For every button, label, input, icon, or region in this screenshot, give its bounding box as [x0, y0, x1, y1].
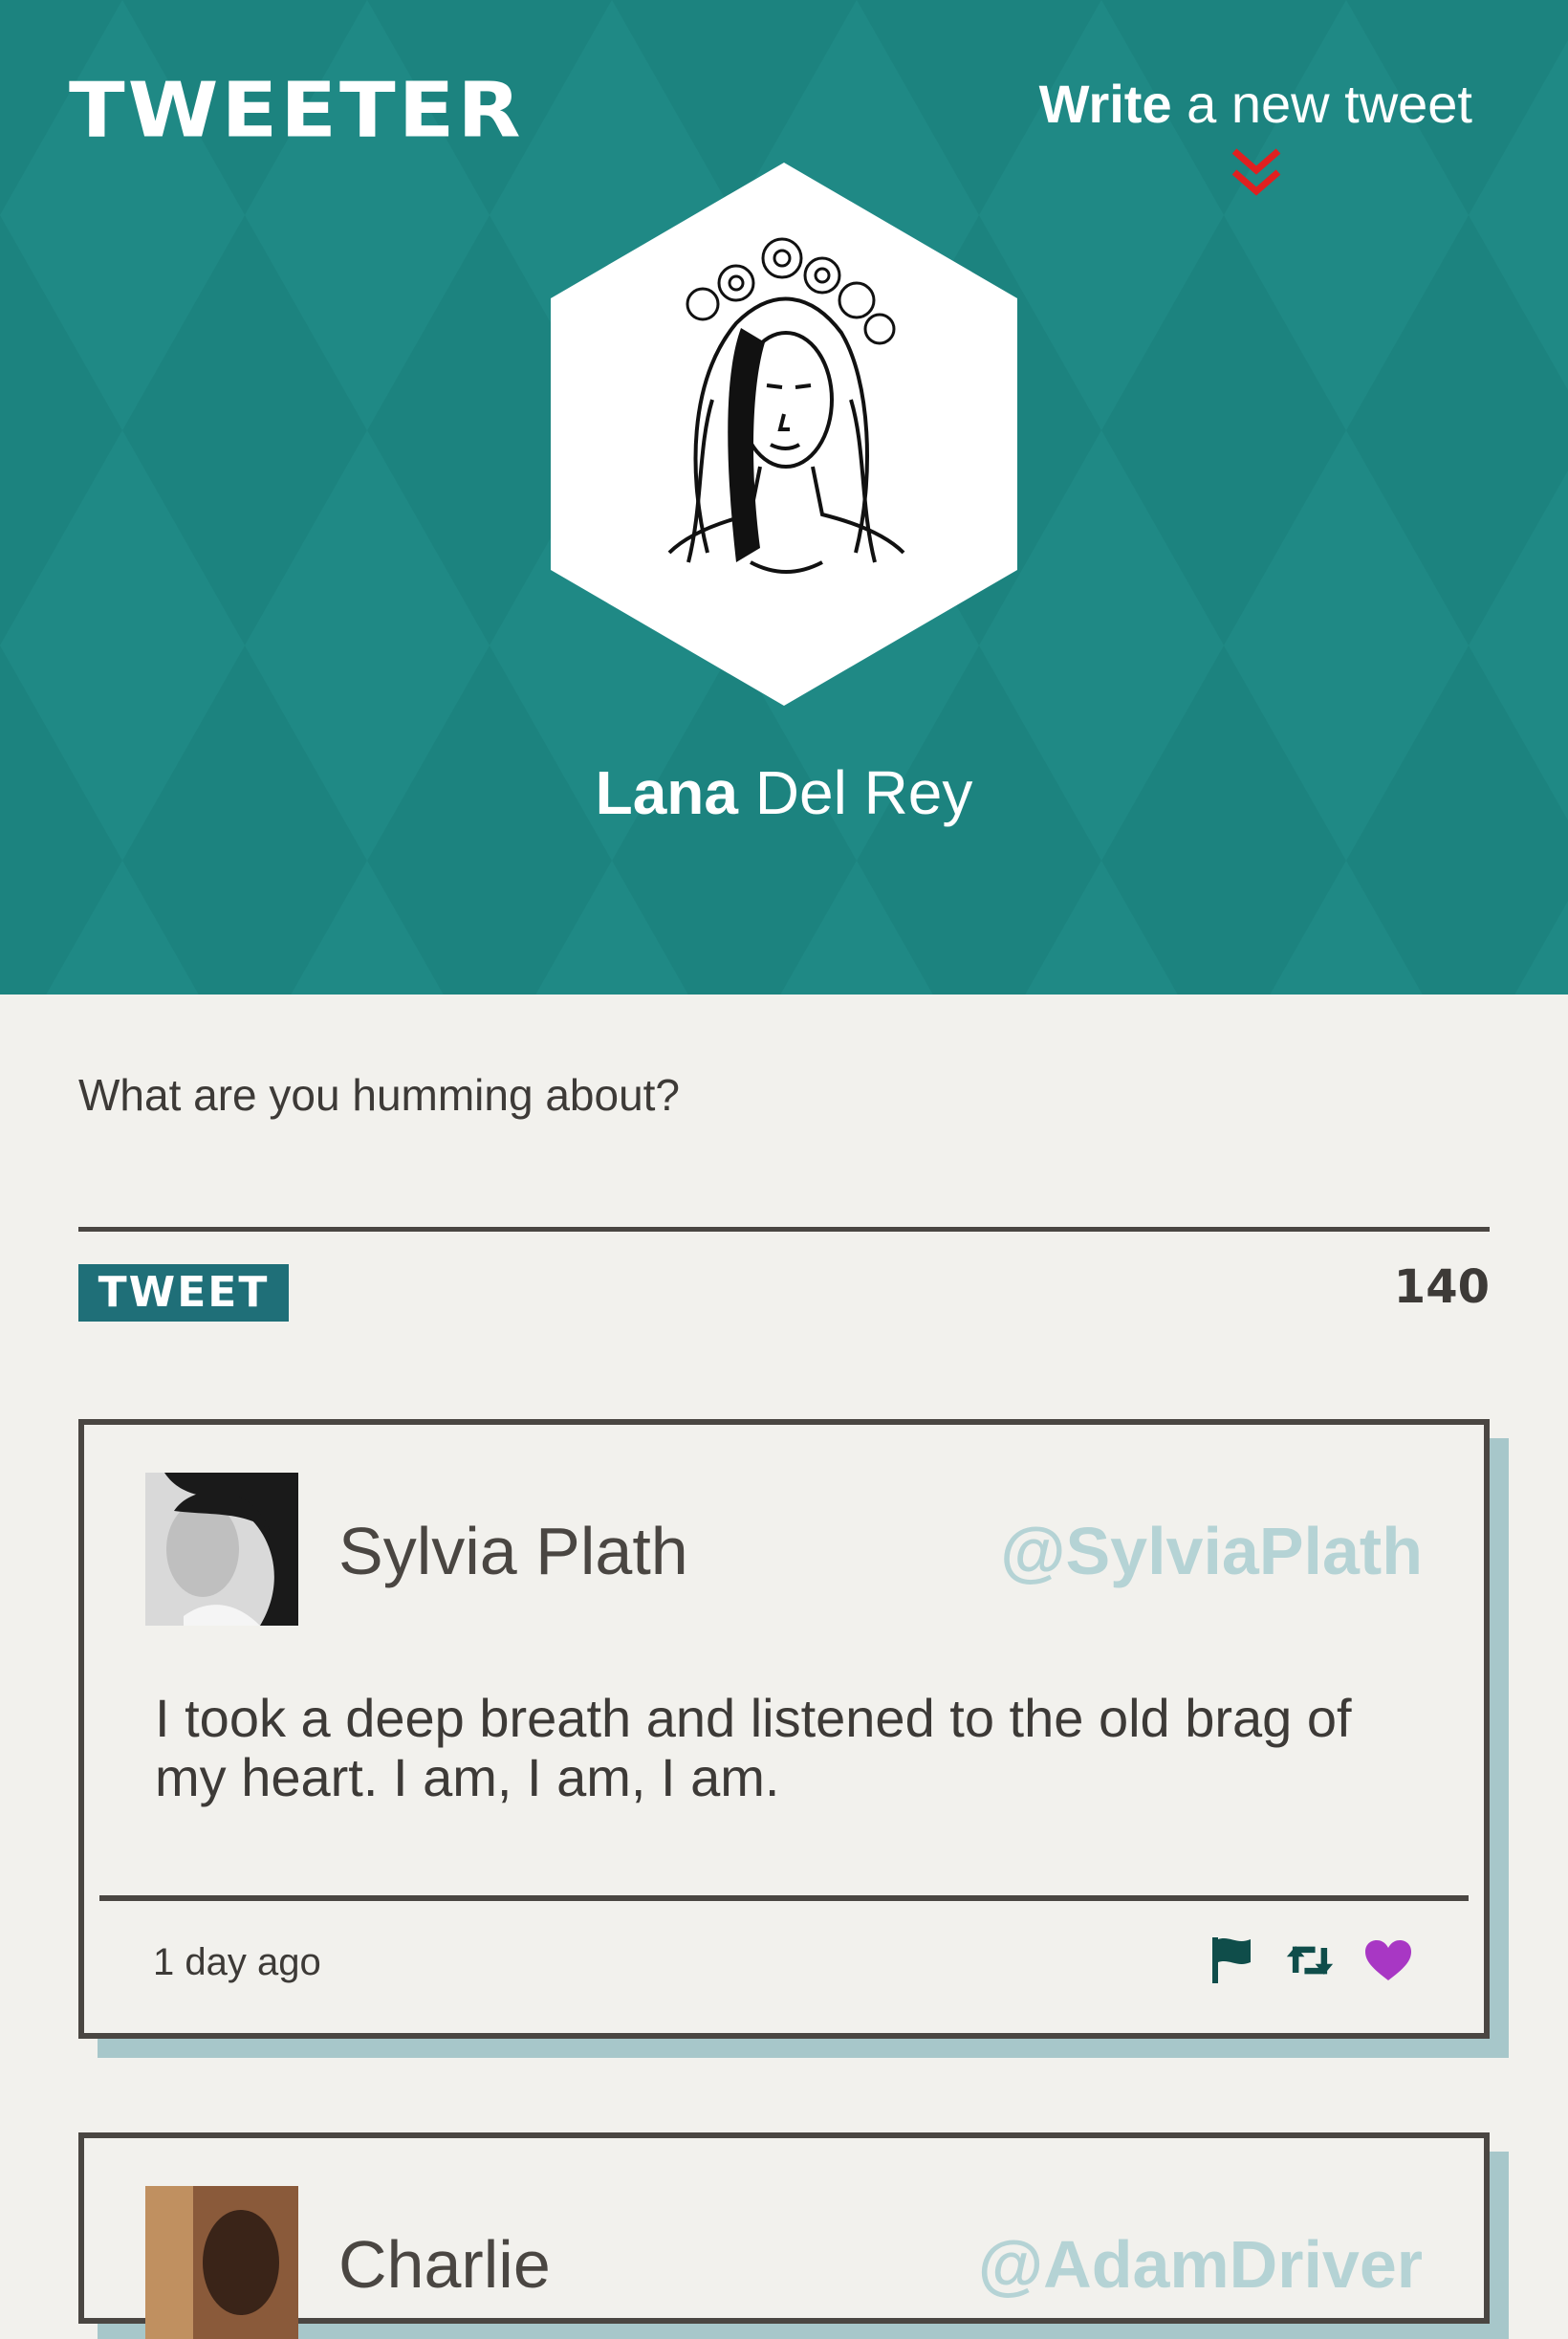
tweet-card: Sylvia Plath @SylviaPlath I took a deep …	[78, 1419, 1490, 2039]
profile-header: TWEETER Write a new tweet Lana Del Rey	[0, 0, 1568, 995]
avatar[interactable]	[145, 2186, 298, 2339]
tweet-button[interactable]: TWEET	[78, 1264, 289, 1322]
profile-first-name: Lana	[595, 758, 738, 827]
write-new-tweet-link[interactable]: Write a new tweet	[1039, 73, 1472, 135]
tweet-author-name: Sylvia Plath	[338, 1514, 688, 1588]
profile-avatar	[551, 163, 1017, 706]
write-label-rest: a new tweet	[1171, 74, 1472, 134]
tweet-timestamp: 1 day ago	[153, 1941, 321, 1983]
write-label-bold: Write	[1038, 74, 1172, 134]
card-divider	[99, 1895, 1469, 1901]
compose-input[interactable]	[78, 1069, 1490, 1232]
tweet-text: I took a deep breath and listened to the…	[155, 1688, 1352, 1807]
tweet-actions	[1207, 1935, 1413, 1985]
char-count: 140	[1393, 1260, 1490, 1314]
heart-icon[interactable]	[1363, 1935, 1413, 1985]
compose-actions: TWEET 140	[78, 1232, 1490, 1327]
compose-area: TWEET 140	[78, 995, 1490, 1327]
avatar[interactable]	[145, 1473, 298, 1626]
tweet-author-name: Charlie	[338, 2227, 551, 2302]
profile-last-name: Del Rey	[737, 758, 973, 827]
tweet-author-handle[interactable]: @SylviaPlath	[1000, 1513, 1423, 1589]
profile-name: Lana Del Rey	[0, 757, 1568, 828]
retweet-icon[interactable]	[1285, 1935, 1335, 1985]
double-chevron-down-icon[interactable]	[1229, 145, 1284, 199]
tweet-card: Charlie @AdamDriver	[78, 2132, 1490, 2339]
app-logo[interactable]: TWEETER	[69, 67, 524, 155]
flag-icon[interactable]	[1207, 1935, 1256, 1985]
tweet-author-handle[interactable]: @AdamDriver	[978, 2226, 1423, 2303]
